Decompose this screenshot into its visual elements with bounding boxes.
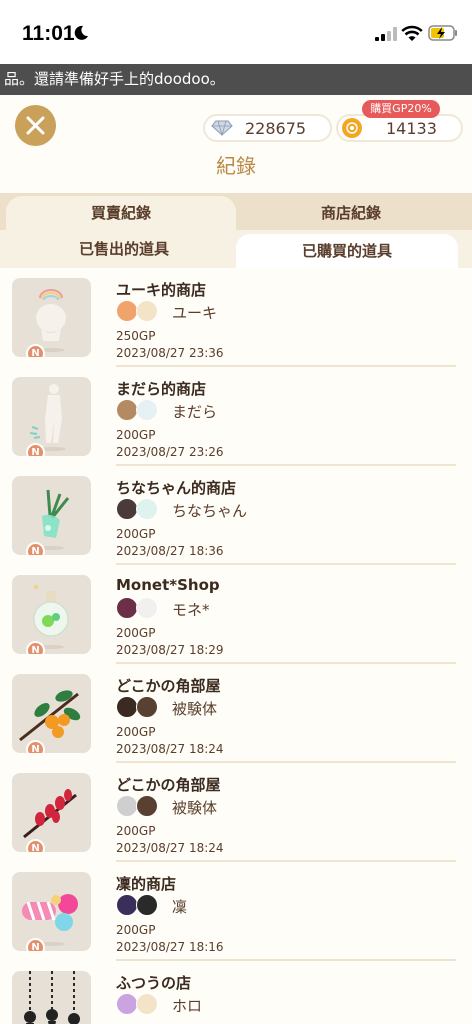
- seller-name: 被験体: [172, 799, 218, 817]
- purchase-date: 2023/08/27 23:26: [116, 445, 224, 459]
- subtab-sold-items[interactable]: 已售出的道具: [14, 232, 234, 266]
- rarity-badge: N: [26, 344, 45, 357]
- subtab-bought-items[interactable]: 已購買的道具: [236, 234, 458, 268]
- gem-balance: 228675: [203, 114, 332, 142]
- item-thumbnail: N: [12, 971, 91, 1024]
- red-berry-branch-icon: [23, 789, 77, 839]
- purchase-date: 2023/08/27 18:29: [116, 643, 224, 657]
- hanging-dolls-icon: [24, 971, 80, 1024]
- seller-name: ユーキ: [172, 304, 218, 322]
- shop-name[interactable]: どこかの角部屋: [116, 675, 221, 696]
- price: 250GP: [116, 329, 156, 343]
- avatar: [116, 597, 138, 619]
- price: 200GP: [116, 923, 156, 937]
- tab-shop-records[interactable]: 商店紀錄: [236, 196, 466, 230]
- gp-bonus-badge: 購買GP20%: [362, 100, 440, 118]
- item-thumbnail: N: [12, 575, 91, 654]
- avatar: [136, 993, 158, 1015]
- battery-charging-icon: [428, 25, 457, 41]
- seller-name: 被験体: [172, 700, 218, 718]
- rarity-badge: N: [26, 740, 45, 753]
- rarity-badge: N: [26, 542, 45, 555]
- purchase-date: 2023/08/27 18:24: [116, 841, 224, 855]
- shop-name[interactable]: ふつうの店: [116, 972, 191, 993]
- avatar: [116, 993, 138, 1015]
- orange-branch-icon: [19, 690, 81, 742]
- purchase-date: 2023/08/27 18:16: [116, 940, 224, 954]
- record-list[interactable]: N ユーキ的商店 ユーキ 250GP 2023/08/27 23:36 N まだ…: [0, 268, 472, 1024]
- list-item[interactable]: N 凜的商店 凜 200GP 2023/08/27 18:16: [0, 862, 472, 961]
- item-thumbnail: N: [12, 872, 91, 951]
- purchase-date: 2023/08/27 18:36: [116, 544, 224, 558]
- sparkle-body-icon: [29, 384, 66, 451]
- avatar: [136, 597, 158, 619]
- rainbow-head-icon: [36, 289, 66, 352]
- shop-name[interactable]: まだら的商店: [116, 378, 206, 399]
- price: 200GP: [116, 824, 156, 838]
- list-item[interactable]: N ふつうの店 ホロ: [0, 961, 472, 1024]
- diamond-icon: [211, 120, 233, 136]
- coin-count: 14133: [386, 119, 437, 138]
- item-thumbnail: N: [12, 773, 91, 852]
- status-bar: 11:01: [0, 0, 472, 64]
- avatar: [136, 894, 158, 916]
- avatar: [116, 795, 138, 817]
- seller-name: モネ*: [172, 601, 210, 619]
- seller-name: 凜: [172, 898, 188, 916]
- avatar: [116, 696, 138, 718]
- avatar: [136, 399, 158, 421]
- avatar: [136, 300, 158, 322]
- item-thumbnail: N: [12, 476, 91, 555]
- price: 200GP: [116, 725, 156, 739]
- rarity-badge: N: [26, 839, 45, 852]
- announcement-marquee: 品。還請準備好手上的doodoo。: [0, 64, 472, 95]
- list-item[interactable]: N どこかの角部屋 被験体 200GP 2023/08/27 18:24: [0, 664, 472, 763]
- shop-name[interactable]: 凜的商店: [116, 873, 176, 894]
- purchase-date: 2023/08/27 18:24: [116, 742, 224, 756]
- item-thumbnail: N: [12, 674, 91, 753]
- item-thumbnail: N: [12, 377, 91, 456]
- list-item[interactable]: N どこかの角部屋 被験体 200GP 2023/08/27 18:24: [0, 763, 472, 862]
- shop-name[interactable]: Monet*Shop: [116, 576, 220, 594]
- item-thumbnail: N: [12, 278, 91, 357]
- seller-name: ちなちゃん: [172, 502, 248, 520]
- rarity-badge: N: [26, 938, 45, 951]
- rarity-badge: N: [26, 443, 45, 456]
- gem-count: 228675: [245, 119, 307, 138]
- coin-balance: 14133: [336, 114, 463, 142]
- coin-icon: [342, 118, 362, 138]
- list-item[interactable]: N Monet*Shop モネ* 200GP 2023/08/27 18:29: [0, 565, 472, 664]
- price: 200GP: [116, 428, 156, 442]
- wifi-icon: [401, 25, 423, 41]
- page-title: 紀錄: [216, 154, 256, 178]
- close-button[interactable]: [15, 105, 56, 146]
- list-item[interactable]: N ユーキ的商店 ユーキ 250GP 2023/08/27 23:36: [0, 268, 472, 367]
- avatar: [116, 300, 138, 322]
- price: 200GP: [116, 626, 156, 640]
- avatar: [136, 696, 158, 718]
- avatar: [136, 795, 158, 817]
- seller-name: まだら: [172, 403, 218, 421]
- avatar: [136, 498, 158, 520]
- list-item[interactable]: N まだら的商店 まだら 200GP 2023/08/27 23:26: [0, 367, 472, 466]
- status-time: 11:01: [22, 22, 75, 45]
- shop-name[interactable]: ユーキ的商店: [116, 279, 206, 300]
- candy-icon: [22, 894, 78, 946]
- tab-trade-records[interactable]: 買賣紀錄: [6, 196, 236, 230]
- rarity-badge: N: [26, 641, 45, 654]
- avatar: [116, 399, 138, 421]
- list-item[interactable]: N ちなちゃん的商店 ちなちゃん 200GP 2023/08/27 18:36: [0, 466, 472, 565]
- close-icon: [26, 116, 45, 135]
- price: 200GP: [116, 527, 156, 541]
- plant-vase-icon: [38, 489, 70, 550]
- avatar: [116, 498, 138, 520]
- shop-name[interactable]: ちなちゃん的商店: [116, 477, 236, 498]
- moon-icon: [74, 25, 88, 40]
- purchase-date: 2023/08/27 23:36: [116, 346, 224, 360]
- avatar: [116, 894, 138, 916]
- shop-name[interactable]: どこかの角部屋: [116, 774, 221, 795]
- seller-name: ホロ: [172, 997, 203, 1015]
- signal-icon: [375, 27, 397, 41]
- potion-bottle-icon: [33, 585, 69, 649]
